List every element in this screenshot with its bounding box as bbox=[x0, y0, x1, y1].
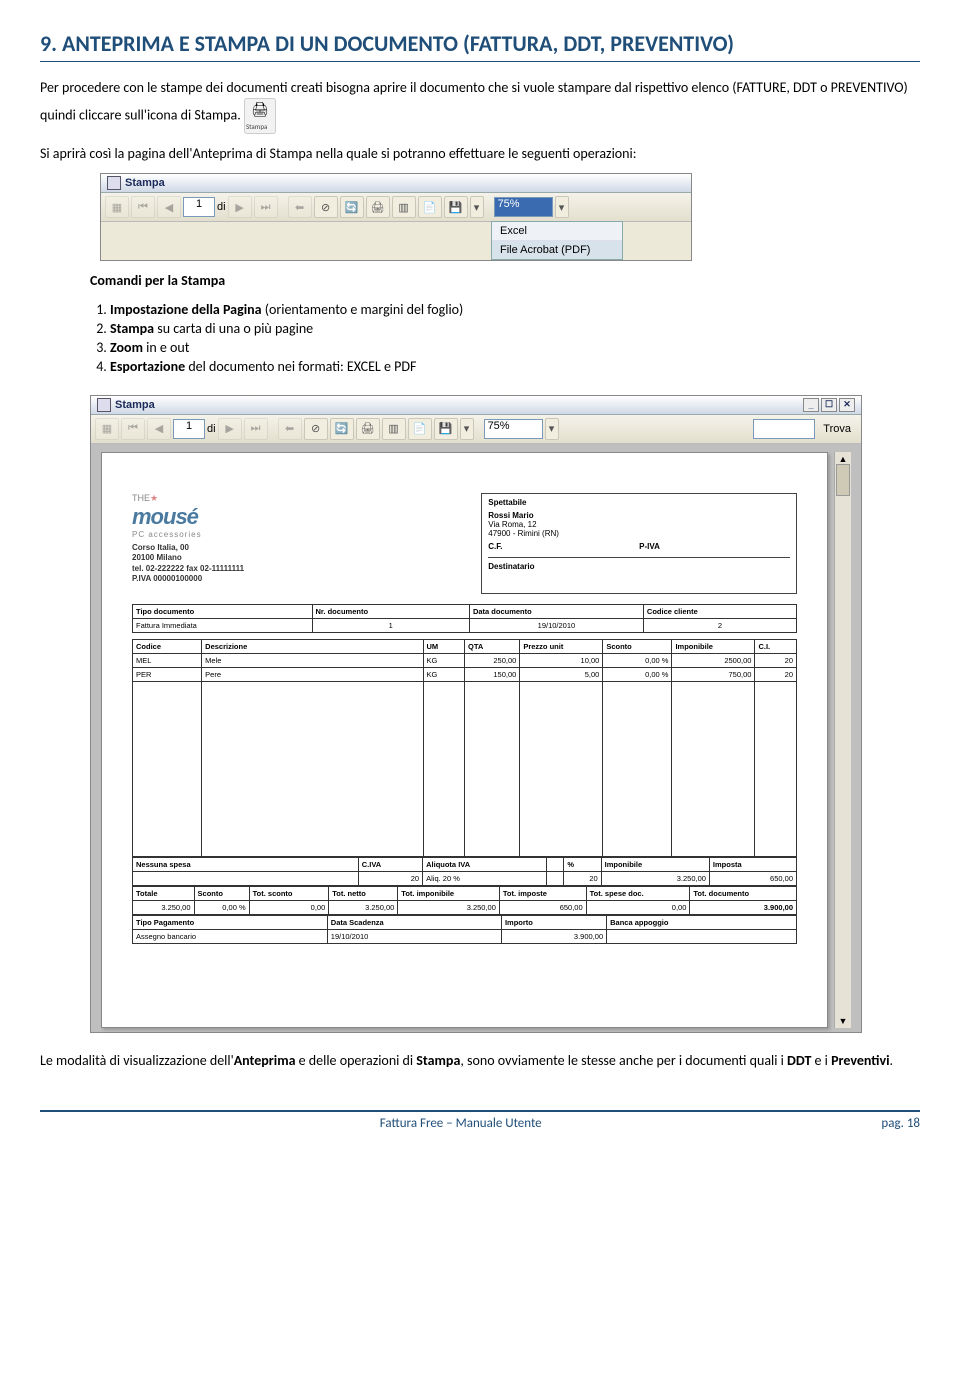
save-icon[interactable]: 💾 bbox=[444, 196, 468, 218]
page-number-input[interactable]: 1 bbox=[183, 197, 215, 217]
recipient-box: Spettabile Rossi Mario Via Roma, 12 4790… bbox=[481, 493, 797, 594]
minimize-icon[interactable]: _ bbox=[803, 398, 819, 412]
company-addr1: Corso Italia, 00 bbox=[132, 543, 431, 553]
zoom-field-2[interactable]: 75% bbox=[484, 419, 543, 439]
payment-table: Tipo PagamentoData Scadenza ImportoBanca… bbox=[132, 915, 797, 944]
scroll-down-icon[interactable]: ▼ bbox=[839, 1016, 848, 1026]
items-table: Codice Descrizione UM QTA Prezzo unit Sc… bbox=[132, 639, 797, 857]
page-number-input-2[interactable]: 1 bbox=[173, 419, 205, 439]
company-addr2: 20100 Milano bbox=[132, 553, 431, 563]
refresh-icon[interactable]: 🔄 bbox=[330, 418, 354, 440]
back-icon[interactable]: ⬅ bbox=[288, 196, 312, 218]
cmd-item-2: Stampa su carta di una o più pagine bbox=[110, 320, 920, 337]
next-page-icon[interactable]: ▶ bbox=[228, 196, 252, 218]
page-icon[interactable]: 📄 bbox=[408, 418, 432, 440]
window-icon bbox=[107, 176, 121, 190]
page-footer: Fattura Free – Manuale Utente pag. 18 bbox=[40, 1110, 920, 1131]
first-page-icon[interactable]: ⏮ bbox=[131, 196, 155, 218]
refresh-icon[interactable]: 🔄 bbox=[340, 196, 364, 218]
save-icon[interactable]: 💾 bbox=[434, 418, 458, 440]
page-setup-icon[interactable]: ▦ bbox=[105, 196, 129, 218]
window-icon bbox=[97, 398, 111, 412]
page-icon[interactable]: 📄 bbox=[418, 196, 442, 218]
prev-page-icon[interactable]: ◀ bbox=[147, 418, 171, 440]
next-page-icon[interactable]: ▶ bbox=[218, 418, 242, 440]
paragraph-1: Per procedere con le stampe dei document… bbox=[40, 78, 920, 134]
spesa-table: Nessuna spesa C.IVA Aliquota IVA % Impon… bbox=[132, 857, 797, 886]
maximize-icon[interactable]: ☐ bbox=[821, 398, 837, 412]
commands-list: Impostazione della Pagina (orientamento … bbox=[110, 301, 920, 375]
section-title: 9. ANTEPRIMA E STAMPA DI UN DOCUMENTO (F… bbox=[40, 30, 920, 62]
cmd-item-3: Zoom in e out bbox=[110, 339, 920, 356]
zoom-dropdown-icon[interactable]: ▾ bbox=[545, 418, 559, 440]
layout-icon[interactable]: ▥ bbox=[392, 196, 416, 218]
layout-icon[interactable]: ▥ bbox=[382, 418, 406, 440]
company-logo: mousé bbox=[132, 504, 431, 530]
preview-page: THE★ mousé PC accessories Corso Italia, … bbox=[101, 452, 828, 1028]
window-title-2: Stampa bbox=[115, 399, 155, 411]
print-toolbar: ▦ ⏮ ◀ 1 di ▶ ⏭ ⬅ ⊘ 🔄 🖨 ▥ 📄 💾 ▾ 75% ▾ bbox=[101, 193, 691, 222]
export-excel-option[interactable]: Excel bbox=[492, 222, 622, 241]
paragraph-1-text: Per procedere con le stampe dei document… bbox=[40, 79, 908, 123]
window-titlebar: Stampa bbox=[101, 174, 691, 193]
company-tagline: PC accessories bbox=[132, 530, 431, 539]
window-title: Stampa bbox=[125, 177, 165, 189]
cmd-item-4: Esportazione del documento nei formati: … bbox=[110, 358, 920, 375]
page-of-label-2: di bbox=[207, 423, 216, 435]
window-titlebar-2: Stampa _ ☐ ✕ bbox=[91, 396, 861, 415]
paragraph-3: Le modalità di visualizzazione dell'Ante… bbox=[40, 1051, 920, 1071]
toolbar-screenshot-1: Stampa ▦ ⏮ ◀ 1 di ▶ ⏭ ⬅ ⊘ 🔄 🖨 ▥ 📄 💾 ▾ 75… bbox=[100, 173, 692, 261]
print-button-icon[interactable]: 🖨 bbox=[366, 196, 390, 218]
save-dropdown-icon[interactable]: ▾ bbox=[470, 196, 484, 218]
company-tel: tel. 02-222222 fax 02-11111111 bbox=[132, 564, 431, 574]
totals-table: TotaleSconto Tot. scontoTot. netto Tot. … bbox=[132, 886, 797, 915]
print-button-icon[interactable]: 🖨 bbox=[356, 418, 380, 440]
window-buttons: _ ☐ ✕ bbox=[803, 398, 855, 412]
zoom-dropdown-icon[interactable]: ▾ bbox=[555, 196, 569, 218]
vertical-scrollbar[interactable]: ▲ ▼ bbox=[834, 452, 851, 1028]
find-label[interactable]: Trova bbox=[817, 423, 857, 435]
export-dropdown: Excel File Acrobat (PDF) bbox=[491, 221, 623, 260]
company-piva: P.IVA 00000100000 bbox=[132, 574, 431, 584]
back-icon[interactable]: ⬅ bbox=[278, 418, 302, 440]
stop-icon[interactable]: ⊘ bbox=[304, 418, 328, 440]
prev-page-icon[interactable]: ◀ bbox=[157, 196, 181, 218]
find-input[interactable] bbox=[753, 419, 815, 439]
print-icon bbox=[244, 98, 276, 134]
last-page-icon[interactable]: ⏭ bbox=[244, 418, 268, 440]
close-icon[interactable]: ✕ bbox=[839, 398, 855, 412]
paragraph-2: Si aprirà così la pagina dell'Anteprima … bbox=[40, 144, 920, 164]
print-toolbar-2: ▦ ⏮ ◀ 1 di ▶ ⏭ ⬅ ⊘ 🔄 🖨 ▥ 📄 💾 ▾ 75% ▾ Tro… bbox=[91, 415, 861, 444]
page-setup-icon[interactable]: ▦ bbox=[95, 418, 119, 440]
scroll-thumb[interactable] bbox=[836, 464, 850, 496]
stop-icon[interactable]: ⊘ bbox=[314, 196, 338, 218]
footer-center: Fattura Free – Manuale Utente bbox=[40, 1116, 881, 1131]
last-page-icon[interactable]: ⏭ bbox=[254, 196, 278, 218]
page-of-label: di bbox=[217, 201, 226, 213]
cmd-item-1: Impostazione della Pagina (orientamento … bbox=[110, 301, 920, 318]
preview-canvas: THE★ mousé PC accessories Corso Italia, … bbox=[91, 444, 861, 1032]
zoom-field[interactable]: 75% bbox=[494, 197, 553, 217]
commands-title: Comandi per la Stampa bbox=[90, 271, 920, 291]
docinfo-table: Tipo documento Nr. documento Data docume… bbox=[132, 604, 797, 633]
export-pdf-option[interactable]: File Acrobat (PDF) bbox=[492, 241, 622, 259]
preview-screenshot: Stampa _ ☐ ✕ ▦ ⏮ ◀ 1 di ▶ ⏭ ⬅ ⊘ 🔄 🖨 ▥ 📄 … bbox=[90, 395, 862, 1033]
scroll-up-icon[interactable]: ▲ bbox=[839, 454, 848, 464]
footer-page: pag. 18 bbox=[881, 1116, 920, 1131]
save-dropdown-icon[interactable]: ▾ bbox=[460, 418, 474, 440]
first-page-icon[interactable]: ⏮ bbox=[121, 418, 145, 440]
